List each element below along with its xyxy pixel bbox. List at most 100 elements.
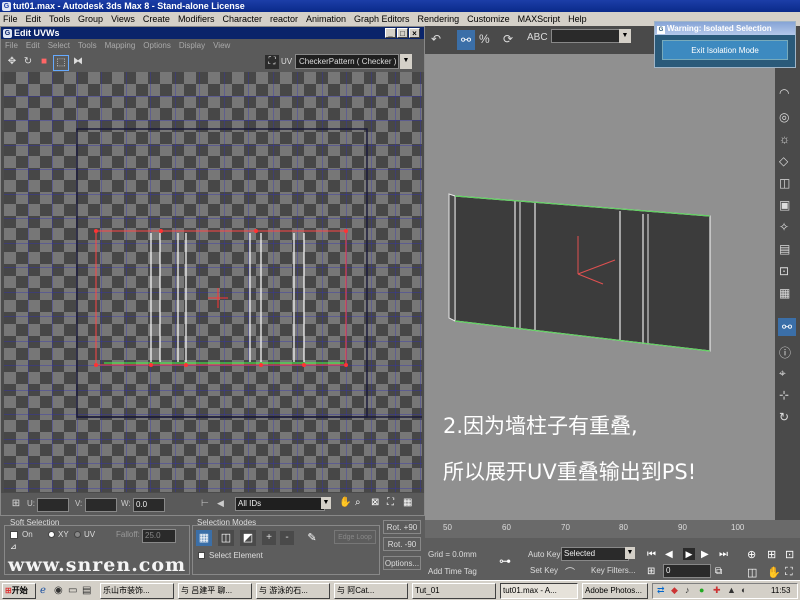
motion-icon[interactable]: ▤ — [779, 242, 790, 256]
display-icon[interactable]: ▦ — [779, 286, 790, 300]
uvw-menu-mapping[interactable]: Mapping — [101, 39, 140, 52]
taskbar-item-7[interactable]: Adobe Photos... — [582, 583, 648, 599]
ids-select[interactable]: All IDs — [235, 497, 325, 511]
map-selector-arrow-icon[interactable]: ▼ — [400, 54, 412, 69]
uvw-menu-edit[interactable]: Edit — [22, 39, 44, 52]
select-element-checkbox[interactable] — [198, 552, 205, 559]
ie-icon[interactable]: ℯ — [40, 585, 46, 596]
exit-isolation-button[interactable]: Exit Isolation Mode — [662, 40, 788, 60]
menu-help[interactable]: Help — [565, 12, 592, 26]
orbit-icon[interactable]: ↻ — [779, 410, 789, 424]
zoom-region-icon[interactable]: ⊠ — [371, 497, 383, 509]
taskbar-item-1[interactable]: 乐山市装饰... — [100, 583, 174, 599]
next-frame-icon[interactable]: ▶ — [701, 549, 709, 560]
minimize-button[interactable]: _ — [385, 28, 396, 38]
tray-alert-icon[interactable]: ✚ — [713, 585, 721, 596]
max-toggle-icon[interactable]: ⛶ — [785, 566, 793, 579]
menu-group[interactable]: Group — [75, 12, 108, 26]
ids-dropdown-arrow-icon[interactable]: ▼ — [321, 497, 331, 509]
menu-customize[interactable]: Customize — [464, 12, 515, 26]
menu-views[interactable]: Views — [108, 12, 140, 26]
tray-volume-icon[interactable]: ♪ — [685, 585, 690, 595]
close-button[interactable]: × — [409, 28, 420, 38]
set-key-button[interactable]: Set Key — [530, 566, 558, 575]
menu-tools[interactable]: Tools — [46, 12, 75, 26]
light-icon[interactable]: ☼ — [779, 132, 790, 146]
edge-mode-icon[interactable]: ◫ — [218, 530, 234, 546]
geometry-icon[interactable]: ▣ — [779, 198, 790, 212]
edge-loop-button[interactable]: Edge Loop — [334, 530, 376, 544]
tray-app-icon[interactable]: ▲ — [727, 585, 736, 595]
pan-icon[interactable]: ✋ — [767, 566, 781, 579]
menu-edit[interactable]: Edit — [23, 12, 47, 26]
auto-key-button[interactable]: Auto Key — [528, 550, 560, 559]
camera-icon[interactable]: ◎ — [779, 110, 789, 124]
menu-graph-editors[interactable]: Graph Editors — [351, 12, 415, 26]
paint-select-icon[interactable]: ✎ — [304, 530, 320, 546]
key-filters-button[interactable]: Key Filters... — [591, 566, 635, 575]
tray-qq-icon[interactable]: ● — [699, 585, 704, 595]
menu-animation[interactable]: Animation — [303, 12, 351, 26]
tray-antivirus-icon[interactable]: ◆ — [671, 585, 678, 596]
taskbar-item-6[interactable]: tut01.max - A... — [500, 583, 578, 599]
zoom-icon[interactable]: ⌕ — [355, 497, 367, 509]
uv-editor-canvas[interactable] — [4, 72, 422, 492]
pin-icon[interactable]: ◀ — [217, 498, 229, 510]
field-of-view-icon[interactable]: ⌖ — [779, 366, 786, 381]
rot-minus-90-button[interactable]: Rot. -90 — [383, 537, 421, 551]
options-button[interactable]: Options... — [383, 556, 421, 570]
map-selector[interactable]: CheckerPattern ( Checker ) — [295, 54, 399, 69]
scale-icon[interactable]: ■ — [37, 55, 51, 69]
tray-ime-icon[interactable]: ◐ — [741, 585, 746, 595]
helper-icon[interactable]: ◇ — [779, 154, 788, 168]
key-mode-icon[interactable]: ⊞ — [647, 566, 655, 577]
uvw-menu-tools[interactable]: Tools — [74, 39, 101, 52]
pan-hand-icon[interactable]: ✋ — [339, 497, 351, 509]
move-icon[interactable]: ✥ — [5, 55, 19, 69]
taskbar-item-5[interactable]: Tut_01 — [412, 583, 496, 599]
hierarchy-icon[interactable]: ⊡ — [779, 264, 789, 278]
u-field[interactable] — [37, 498, 69, 512]
mirror-icon[interactable]: ⧓ — [71, 55, 85, 69]
arc-rotate-icon[interactable]: ◠ — [779, 86, 789, 100]
menu-file[interactable]: File — [0, 12, 23, 26]
zoom-all-icon[interactable]: ⊞ — [767, 548, 776, 561]
uvw-menu-file[interactable]: File — [1, 39, 22, 52]
utilities-icon[interactable]: ⓘ — [779, 344, 791, 361]
modify-tab-icon[interactable]: ⚯ — [778, 318, 796, 336]
maximize-button[interactable]: □ — [397, 28, 408, 38]
uvw-menu-options[interactable]: Options — [139, 39, 175, 52]
key-mode-arrow-icon[interactable]: ▼ — [625, 547, 635, 559]
rot-plus-90-button[interactable]: Rot. +90 — [383, 520, 421, 534]
vertex-mode-icon[interactable]: ▦ — [196, 530, 212, 546]
lock-selection-icon[interactable]: ⊢ — [201, 498, 213, 510]
menu-maxscript[interactable]: MAXScript — [515, 12, 566, 26]
key-tangent-icon[interactable]: ⌒ — [565, 564, 575, 579]
zoom-extents-icon[interactable]: ⛶ — [387, 497, 399, 509]
uvw-menu-view[interactable]: View — [209, 39, 234, 52]
soft-on-checkbox[interactable] — [10, 531, 18, 539]
current-frame-field[interactable]: 0 — [663, 564, 711, 578]
key-mode-select[interactable]: Selected — [561, 547, 629, 561]
w-field[interactable]: 0.0 — [133, 498, 165, 512]
uvw-menu-select[interactable]: Select — [44, 39, 74, 52]
shapes-icon[interactable]: ◫ — [779, 176, 790, 190]
menu-rendering[interactable]: Rendering — [415, 12, 465, 26]
systems-icon[interactable]: ✧ — [779, 220, 789, 234]
grow-selection-icon[interactable]: + — [262, 531, 276, 545]
uvw-menu-display[interactable]: Display — [175, 39, 209, 52]
menu-reactor[interactable]: reactor — [267, 12, 303, 26]
goto-start-icon[interactable]: ⏮ — [647, 549, 656, 560]
menu-character[interactable]: Character — [219, 12, 267, 26]
falloff-type-icon[interactable]: ⊿ — [10, 542, 20, 552]
time-ruler[interactable]: 50 60 70 80 90 100 — [425, 520, 800, 538]
taskbar-item-3[interactable]: 与 游泳的石... — [256, 583, 330, 599]
face-mode-icon[interactable]: ◩ — [240, 530, 256, 546]
zoom-viewport-icon[interactable]: ⊕ — [747, 548, 756, 561]
taskbar-item-4[interactable]: 与 阿Cat... — [334, 583, 408, 599]
grid-snap-icon[interactable]: ▦ — [403, 497, 415, 509]
wall-mesh[interactable] — [448, 193, 711, 352]
freeform-icon[interactable]: ⬚ — [53, 55, 69, 71]
start-button[interactable]: ⊞开始 — [2, 583, 36, 599]
tray-network-icon[interactable]: ⇄ — [657, 585, 665, 596]
